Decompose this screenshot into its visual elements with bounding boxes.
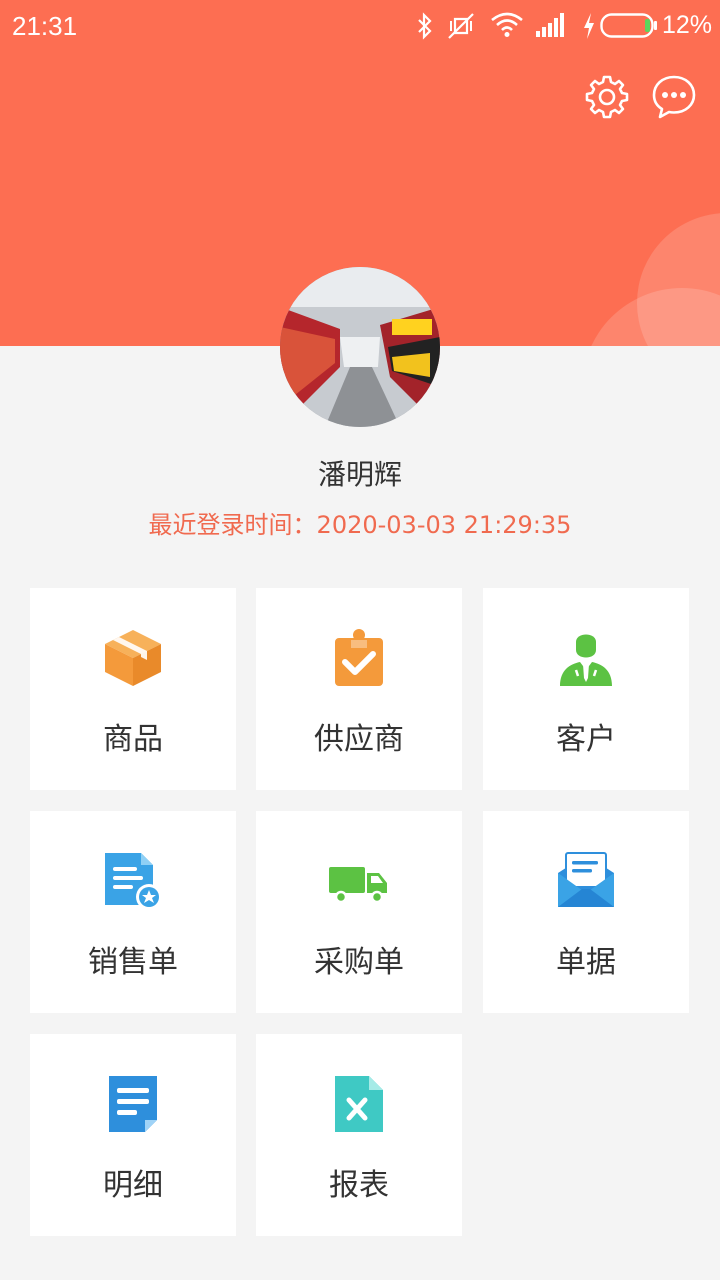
menu-item-purchase-order[interactable]: 采购单 xyxy=(256,811,462,1013)
menu-item-goods[interactable]: 商品 xyxy=(30,588,236,790)
menu-item-label: 单据 xyxy=(556,945,616,980)
menu-item-documents[interactable]: 单据 xyxy=(483,811,689,1013)
menu-item-label: 报表 xyxy=(329,1168,389,1203)
envelope-icon xyxy=(558,852,614,907)
settings-gear-icon[interactable] xyxy=(583,73,631,121)
note-icon xyxy=(109,1076,157,1132)
charging-icon xyxy=(584,13,594,39)
menu-item-supplier[interactable]: 供应商 xyxy=(256,588,462,790)
menu-item-sales-order[interactable]: 销售单 xyxy=(30,811,236,1013)
menu-item-label: 客户 xyxy=(556,722,616,757)
mute-vibrate-icon xyxy=(448,13,474,39)
menu-item-label: 商品 xyxy=(103,722,163,757)
person-icon xyxy=(560,634,612,686)
status-bar: 21:31 12% xyxy=(0,0,720,52)
last-login-time: 最近登录时间：2020-03-03 21:29:35 xyxy=(148,511,572,539)
status-time: 21:31 xyxy=(12,11,78,41)
clipboard-check-icon xyxy=(335,629,383,686)
message-icon[interactable] xyxy=(650,73,698,121)
avatar[interactable] xyxy=(280,267,440,427)
document-star-icon xyxy=(105,853,162,910)
user-name: 潘明辉 xyxy=(317,458,402,491)
wifi-icon xyxy=(491,12,523,37)
menu-item-label: 供应商 xyxy=(314,722,404,757)
menu-item-label: 销售单 xyxy=(88,945,178,980)
decor-circle xyxy=(582,288,720,346)
menu-item-reports[interactable]: 报表 xyxy=(256,1034,462,1236)
excel-file-icon xyxy=(335,1076,383,1132)
battery-percent: 12% xyxy=(662,11,713,39)
menu-item-label: 采购单 xyxy=(314,945,404,980)
menu-item-label: 明细 xyxy=(103,1168,163,1203)
battery-icon xyxy=(600,13,657,38)
menu-item-details[interactable]: 明细 xyxy=(30,1034,236,1236)
menu-item-customer[interactable]: 客户 xyxy=(483,588,689,790)
bluetooth-icon xyxy=(418,12,432,40)
truck-icon xyxy=(329,867,387,904)
signal-icon xyxy=(536,13,564,37)
box-icon xyxy=(105,630,161,686)
